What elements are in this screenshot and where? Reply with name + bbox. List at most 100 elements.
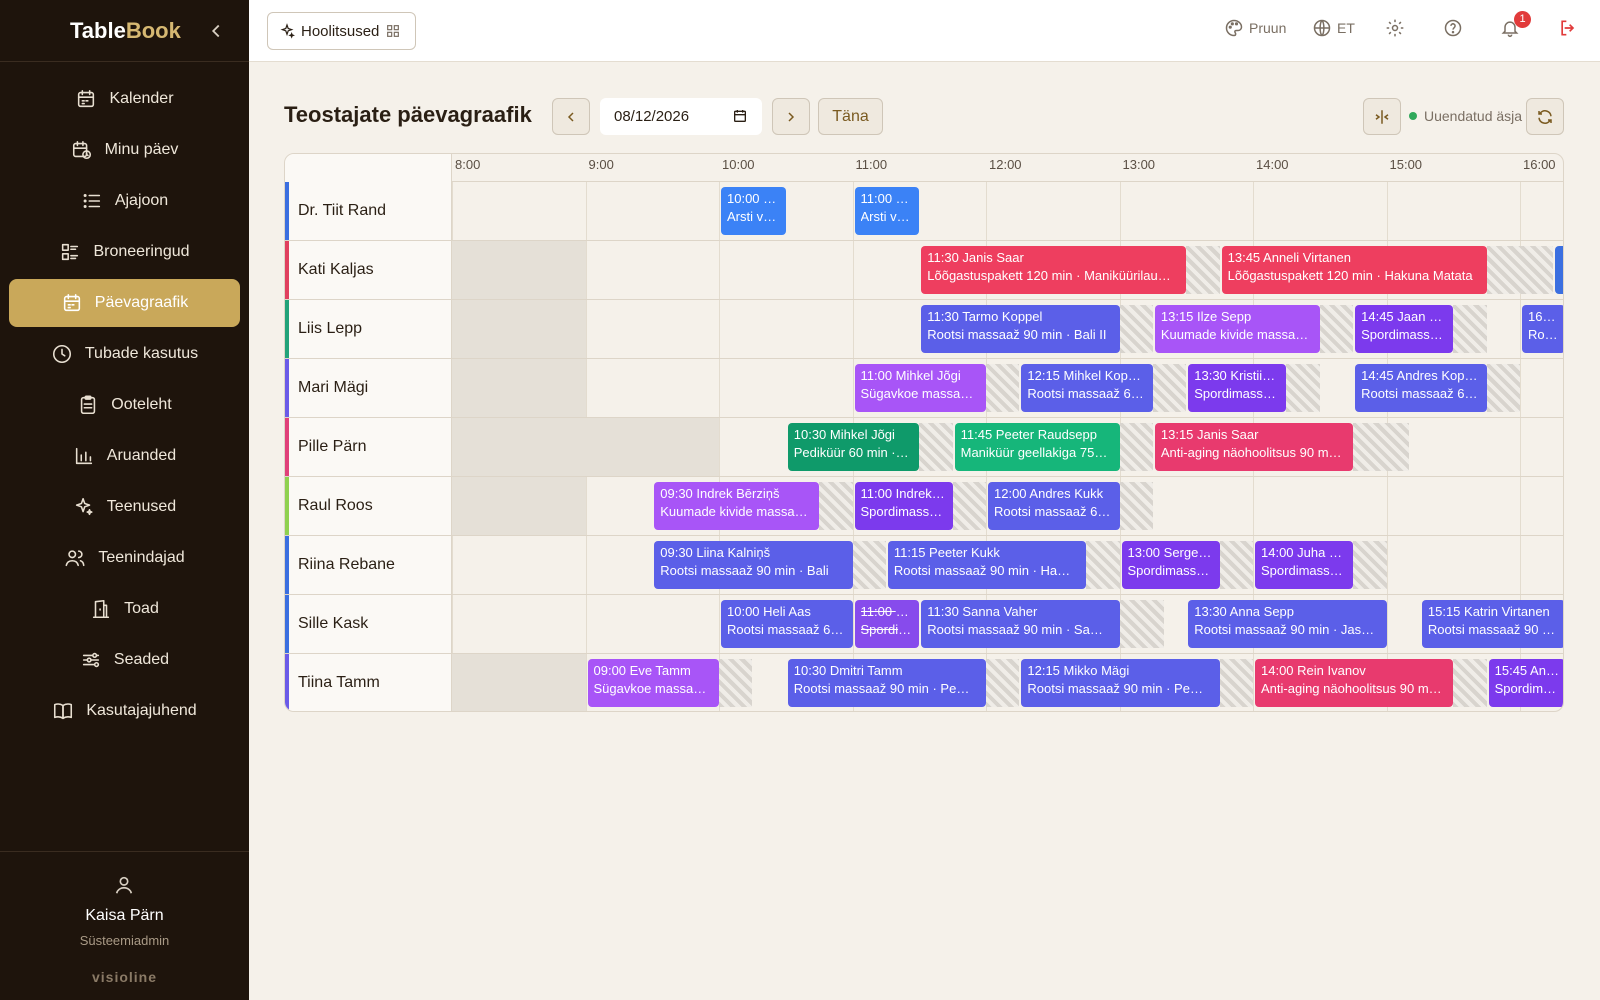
appointment-block[interactable]: 10:00 Heli Aas Rootsi massaaž 6…	[721, 600, 853, 648]
appointment-service: Rootsi massaaž 6…	[727, 622, 844, 637]
previous-day-button[interactable]	[552, 98, 590, 135]
module-switcher-button[interactable]: Hoolitsused	[267, 12, 416, 50]
appointment-block[interactable]: 13:30 Anna Sepp Rootsi massaaž 90 min · J…	[1188, 600, 1387, 648]
user-panel: Kaisa Pärn Süsteemiadmin visioline	[0, 851, 249, 1000]
appointment-block[interactable]: 11:15 Peeter Kukk Rootsi massaaž 90 min ·…	[887, 541, 1087, 589]
appointment-block[interactable]: 09:30 Liina Kalniņš Rootsi massaaž 90 min…	[654, 541, 853, 589]
appointment-block[interactable]: 13:30 Kristii… Spordimass…	[1188, 364, 1287, 412]
appointment-block[interactable]: 13:15 Ilze Sepp Kuumade kivide massa…	[1154, 305, 1320, 353]
staff-row: Raul Roos 09:30 Indrek Bērziņš Kuumade kiv…	[285, 477, 1563, 536]
appointment-service: Lõõgastuspakett 120 min · Hakuna Matata	[1227, 268, 1473, 283]
appointment-block[interactable]: 11:00 … Arsti v…	[854, 187, 920, 235]
next-day-button[interactable]	[772, 98, 810, 135]
staff-color-bar	[285, 359, 289, 417]
appointment-block[interactable]: 12:15 Mihkel Kop… Rootsi massaaž 6…	[1021, 364, 1153, 412]
appointment-block[interactable]: 1	[1555, 246, 1563, 294]
buffer-slot	[1219, 659, 1253, 707]
appointment-block[interactable]: 09:00 Eve Tamm Sügavkoe massa…	[587, 659, 719, 707]
appointment-block[interactable]: 11:30 Tarmo Koppel Rootsi massaaž 90 min …	[921, 305, 1120, 353]
appointment-service: Kuumade kivide massa…	[660, 504, 808, 519]
appointment-block[interactable]: 11:00 Indrek… Spordimass…	[854, 482, 953, 530]
date-picker-input[interactable]: 08/12/2026	[600, 98, 762, 135]
collapse-sidebar-button[interactable]	[205, 20, 227, 42]
appointment-title: 14:45 Andres Kop…	[1361, 368, 1478, 383]
staff-row: Riina Rebane 09:30 Liina Kalniņš Rootsi ma…	[285, 536, 1563, 595]
bar-chart-icon	[75, 447, 92, 465]
sidebar-item-seaded[interactable]: Seaded	[9, 636, 240, 684]
buffer-slot	[1453, 305, 1487, 353]
users-icon	[65, 550, 85, 567]
appointment-block[interactable]: 12:15 Mikko Mägi Rootsi massaaž 90 min · …	[1021, 659, 1220, 707]
appointment-service: Spordimass…	[860, 504, 943, 519]
appointment-block[interactable]: 13:00 Serge… Spordimass…	[1121, 541, 1220, 589]
chevron-left-icon	[211, 24, 220, 38]
help-button[interactable]	[1443, 18, 1463, 38]
appointment-block[interactable]: 10:00 … Arsti v…	[721, 187, 786, 235]
appointment-block[interactable]: 11:30 Janis Saar Lõõgastuspakett 120 min …	[921, 246, 1187, 294]
staff-color-bar	[285, 241, 289, 299]
appointment-service: Arsti v…	[727, 209, 777, 224]
appointment-title: 11:00 Pee	[860, 604, 914, 619]
unavailable-slot	[452, 418, 719, 476]
sidebar-item-päevagraafik[interactable]: Päevagraafik	[9, 279, 240, 327]
appointment-block[interactable]: 11:45 Peeter Raudsepp Maniküür geellakiga…	[954, 423, 1120, 471]
refresh-status: Uuendatud äsja	[1409, 108, 1522, 124]
today-button[interactable]: Täna	[818, 98, 883, 135]
sidebar-item-minu-päev[interactable]: Minu päev	[9, 126, 240, 174]
staff-name: Kati Kaljas	[285, 241, 452, 299]
language-button[interactable]: ET	[1312, 18, 1355, 38]
buffer-slot	[986, 659, 1020, 707]
appointment-service: Rootsi massaaž 90 min · Jas…	[1194, 622, 1375, 637]
appointment-block[interactable]: 14:00 Rein Ivanov Anti-aging näohoolitsus…	[1255, 659, 1454, 707]
buffer-slot	[1119, 600, 1164, 648]
sidebar-item-teenindajad[interactable]: Teenindajad	[9, 534, 240, 582]
sidebar-item-teenused[interactable]: Teenused	[9, 483, 240, 531]
user-role: Süsteemiadmin	[79, 933, 170, 948]
appointment-block[interactable]: 14:45 Jaan … Spordimass…	[1355, 305, 1454, 353]
hour-label: 15:00	[1389, 157, 1423, 172]
appointment-service: Arsti v…	[860, 209, 910, 224]
appointment-block[interactable]: 15:45 Anna Spordimass	[1488, 659, 1563, 707]
sidebar-item-broneeringud[interactable]: Broneeringud	[9, 228, 240, 276]
appointment-title: 15:45 Anna	[1494, 663, 1559, 678]
settings-button[interactable]	[1385, 18, 1405, 38]
sidebar-item-label: Teenused	[106, 498, 177, 515]
appointment-block[interactable]: 10:30 Mihkel Jõgi Pediküür 60 min ·…	[787, 423, 920, 471]
sidebar-item-ajajoon[interactable]: Ajajoon	[9, 177, 240, 225]
appointment-service: Rootsi massaaž 6…	[1027, 386, 1144, 401]
theme-button[interactable]: Pruun	[1224, 18, 1286, 38]
appointment-title: 13:45 Anneli Virtanen	[1227, 250, 1351, 265]
sidebar-item-kasutajajuhend[interactable]: Kasutajajuhend	[9, 687, 240, 735]
sidebar-item-tubade-kasutus[interactable]: Tubade kasutus	[9, 330, 240, 378]
appointment-block[interactable]: 14:45 Andres Kop… Rootsi massaaž 6…	[1355, 364, 1487, 412]
appointment-block[interactable]: 16:00 Rootsi	[1522, 305, 1563, 353]
appointment-service: Rootsi massaaž 90 min · Sa…	[927, 622, 1103, 637]
staff-color-bar	[285, 536, 289, 594]
logout-button[interactable]	[1558, 18, 1578, 38]
staff-name: Sille Kask	[285, 595, 452, 653]
user-name: Kaisa Pärn	[85, 907, 164, 924]
sidebar-item-ooteleht[interactable]: Ooteleht	[9, 381, 240, 429]
staff-name-label: Tiina Tamm	[298, 674, 380, 691]
appointment-block[interactable]: 11:00 Mihkel Jõgi Sügavkoe massa…	[854, 364, 986, 412]
appointment-block[interactable]: 09:30 Indrek Bērziņš Kuumade kivide massa…	[654, 482, 820, 530]
refresh-button[interactable]	[1526, 98, 1564, 135]
appointment-title: 14:00 Juha …	[1261, 545, 1342, 560]
appointment-block[interactable]: 13:15 Janis Saar Anti-aging näohoolitsus …	[1154, 423, 1354, 471]
calendar-icon	[734, 110, 746, 122]
appointment-block[interactable]: 13:45 Anneli Virtanen Lõõgastuspakett 120…	[1221, 246, 1487, 294]
appointment-block[interactable]: 12:00 Andres Kukk Rootsi massaaž 6…	[988, 482, 1120, 530]
appointment-block[interactable]: 11:30 Sanna Vaher Rootsi massaaž 90 min ·…	[921, 600, 1120, 648]
sidebar-item-kalender[interactable]: Kalender	[9, 75, 240, 123]
sidebar-item-aruanded[interactable]: Aruanded	[9, 432, 240, 480]
appointment-service: Rootsi massaaž 90 min · Ha…	[893, 563, 1071, 578]
hour-label: 16:00	[1523, 157, 1556, 172]
appointment-block[interactable]: 11:00 Pee Spordimass	[854, 600, 920, 648]
appointment-block[interactable]: 14:00 Juha … Spordimass…	[1255, 541, 1354, 589]
compact-view-button[interactable]	[1363, 98, 1401, 135]
staff-color-bar	[285, 654, 289, 711]
appointment-title: 13:15 Janis Saar	[1160, 427, 1259, 442]
sidebar-item-toad[interactable]: Toad	[9, 585, 240, 633]
appointment-block[interactable]: 15:15 Katrin Virtanen Rootsi massaaž 90 m…	[1421, 600, 1563, 648]
appointment-block[interactable]: 10:30 Dmitri Tamm Rootsi massaaž 90 min ·…	[787, 659, 986, 707]
